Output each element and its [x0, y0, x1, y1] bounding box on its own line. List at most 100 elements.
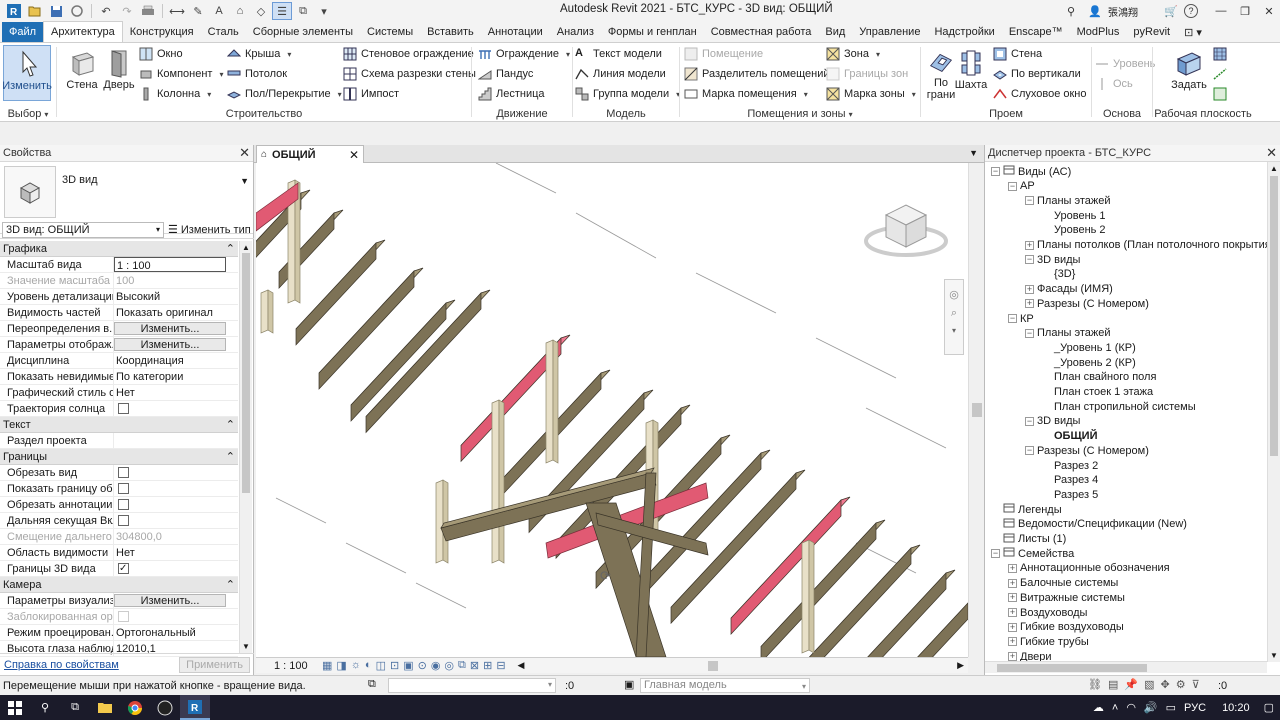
clock[interactable]: 10:20: [1222, 702, 1250, 714]
visual-style-icon[interactable]: ◨: [336, 659, 346, 672]
modify-button[interactable]: Изменить: [2, 45, 52, 101]
railing-button[interactable]: Ограждение: [478, 45, 570, 63]
tab-steel[interactable]: Сталь: [201, 22, 246, 42]
tab-collaborate[interactable]: Совместная работа: [704, 22, 819, 42]
collapse-icon[interactable]: ⌃: [226, 418, 235, 431]
browser-node[interactable]: + Разрезы (С Номером): [1025, 296, 1149, 311]
h-scroll-right-icon[interactable]: ▶: [957, 660, 964, 671]
revit-taskbar-icon[interactable]: R: [180, 695, 210, 720]
browser-vertical-scrollbar[interactable]: ▲ ▼: [1267, 162, 1280, 662]
browser-node[interactable]: + Планы потолков (План потолочного покрыт…: [1025, 238, 1267, 253]
design-option-dropdown[interactable]: Главная модель ▾: [640, 678, 810, 693]
post[interactable]: [435, 479, 444, 564]
restore-icon[interactable]: ❐: [1234, 1, 1256, 21]
open-icon[interactable]: [25, 2, 45, 20]
post[interactable]: [260, 289, 269, 334]
obs-icon[interactable]: [150, 695, 180, 720]
tab-pyrevit[interactable]: pyRevit: [1126, 22, 1177, 42]
browser-node[interactable]: ОБЩИЙ: [1042, 429, 1097, 444]
user-name[interactable]: 張鴻翔: [1108, 4, 1138, 19]
browser-node[interactable]: − Разрезы (С Номером): [1025, 443, 1149, 458]
collapse-icon[interactable]: −: [1025, 328, 1034, 338]
sync-icon[interactable]: [67, 2, 87, 20]
browser-node[interactable]: Легенды: [991, 502, 1062, 517]
properties-scrollbar[interactable]: ▲ ▼: [239, 241, 252, 653]
expand-icon[interactable]: +: [1008, 637, 1017, 647]
property-value[interactable]: 1 : 100: [114, 257, 226, 272]
section-icon[interactable]: ◇: [251, 2, 271, 20]
tab-annotate[interactable]: Аннотации: [481, 22, 550, 42]
property-value[interactable]: Нет: [114, 545, 238, 560]
rafter-side[interactable]: [730, 499, 842, 636]
help-icon[interactable]: ?: [1184, 4, 1198, 18]
level-button[interactable]: Уровень: [1095, 55, 1155, 73]
thin-lines-icon[interactable]: ☰: [272, 2, 292, 20]
ramp-button[interactable]: Пандус: [477, 65, 533, 83]
browser-horizontal-scrollbar[interactable]: [985, 661, 1267, 673]
collapse-icon[interactable]: −: [1008, 314, 1017, 323]
window-button[interactable]: Окно: [139, 45, 183, 63]
property-value[interactable]: По категории: [114, 369, 238, 384]
select-underlay-icon[interactable]: ▤: [1108, 678, 1118, 691]
crop-view-icon[interactable]: ⊡: [390, 659, 399, 672]
view-vertical-scrollbar[interactable]: [968, 163, 984, 657]
expand-icon[interactable]: +: [1008, 652, 1017, 662]
properties-section[interactable]: Границы ⌃: [0, 449, 238, 465]
crop-region-icon[interactable]: ▣: [403, 659, 413, 672]
browser-node[interactable]: {3D}: [1042, 267, 1075, 282]
post[interactable]: [442, 479, 449, 564]
browser-node[interactable]: Уровень 2: [1042, 223, 1106, 238]
browser-node[interactable]: − Виды (АС): [991, 164, 1071, 179]
view-scale[interactable]: 1 : 100: [274, 660, 318, 672]
analytical-model-icon[interactable]: ⊠: [470, 659, 479, 672]
search-icon[interactable]: ⚲: [30, 695, 60, 720]
qat-dropdown-icon[interactable]: ▾: [314, 2, 334, 20]
property-value[interactable]: [114, 433, 238, 448]
detail-level-icon[interactable]: ▦: [322, 659, 332, 672]
property-checkbox[interactable]: [118, 515, 129, 526]
room-tag-button[interactable]: Марка помещения: [684, 85, 808, 103]
rafter-side[interactable]: [760, 522, 877, 657]
property-value[interactable]: Изменить...: [114, 322, 226, 335]
tab-modplus[interactable]: ModPlus: [1070, 22, 1127, 42]
chrome-icon[interactable]: [120, 695, 150, 720]
reveal-hidden-icon[interactable]: ◎: [444, 659, 454, 672]
property-value[interactable]: Ортогональный: [114, 625, 238, 640]
room-button[interactable]: Помещение: [684, 45, 763, 63]
worksharing-icon[interactable]: ⧉: [458, 659, 466, 672]
browser-node[interactable]: Разрез 4: [1042, 473, 1098, 488]
browser-node[interactable]: − Планы этажей: [1025, 193, 1111, 208]
stair-button[interactable]: Лестница: [478, 85, 545, 103]
browser-node[interactable]: План стропильной системы: [1042, 399, 1196, 414]
browser-node[interactable]: Разрез 2: [1042, 458, 1098, 473]
vertical-opening-button[interactable]: По вертикали: [993, 65, 1081, 83]
browser-node[interactable]: Листы (1): [991, 532, 1066, 547]
collapse-icon[interactable]: −: [991, 549, 1000, 559]
model-line-button[interactable]: Линия модели: [575, 65, 666, 83]
file-explorer-icon[interactable]: [90, 695, 120, 720]
ribbon-options-icon[interactable]: ⊡ ▾: [1177, 22, 1209, 42]
dormer-button[interactable]: Слуховое окно: [993, 85, 1087, 103]
set-workplane-button[interactable]: Задать: [1169, 45, 1209, 101]
notifications-icon[interactable]: ▢: [1264, 701, 1274, 714]
browser-node[interactable]: − АР: [1008, 179, 1035, 194]
user-icon[interactable]: 👤: [1084, 1, 1106, 21]
show-workplane-button[interactable]: [1213, 45, 1227, 63]
collapse-icon[interactable]: −: [1025, 416, 1034, 426]
highlight-displacement-icon[interactable]: ⊞: [483, 659, 492, 672]
browser-node[interactable]: Ведомости/Спецификации (New): [991, 517, 1187, 532]
collapse-icon[interactable]: ⌃: [226, 578, 235, 591]
area-boundary-button[interactable]: Границы зон: [826, 65, 908, 83]
view-tab-close-icon[interactable]: ✕: [349, 148, 359, 162]
browser-node[interactable]: + Балочные системы: [1008, 576, 1118, 591]
collapse-icon[interactable]: −: [1025, 446, 1034, 456]
curtain-grid-button[interactable]: Схема разрезки стены: [343, 65, 476, 83]
3d-view-canvas[interactable]: ◎ ⌕ ▾ ⟳: [256, 163, 968, 657]
expand-icon[interactable]: +: [1008, 578, 1017, 588]
print-icon[interactable]: [138, 2, 158, 20]
expand-icon[interactable]: +: [1025, 284, 1034, 294]
tab-enscape[interactable]: Enscape™: [1002, 22, 1070, 42]
undo-icon[interactable]: ↶: [96, 2, 116, 20]
property-checkbox[interactable]: [118, 499, 129, 510]
property-checkbox[interactable]: [118, 561, 129, 576]
